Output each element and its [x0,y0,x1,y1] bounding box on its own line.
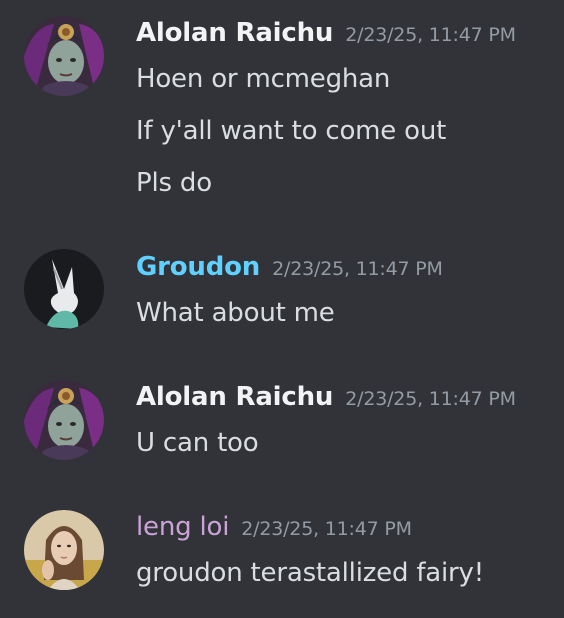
avatar[interactable] [24,249,104,329]
message-header: Groudon 2/23/25, 11:47 PM [136,252,443,282]
message-header: Alolan Raichu 2/23/25, 11:47 PM [136,382,516,412]
timestamp[interactable]: 2/23/25, 11:47 PM [345,388,516,410]
message-header: leng loi 2/23/25, 11:47 PM [136,512,412,542]
username[interactable]: Alolan Raichu [136,18,333,48]
groudon-avatar-icon [24,249,104,329]
message-text: Hoen or mcmeghan [136,64,391,94]
avatar[interactable] [24,510,104,590]
message-text: U can too [136,428,259,458]
leng-loi-avatar-icon [24,510,104,590]
message-text: groudon terastallized fairy! [136,558,484,588]
alolan-raichu-avatar-icon [24,380,104,460]
username[interactable]: Alolan Raichu [136,382,333,412]
timestamp[interactable]: 2/23/25, 11:47 PM [272,258,443,280]
alolan-raichu-avatar-icon [24,16,104,96]
message-text: Pls do [136,168,212,198]
username[interactable]: leng loi [136,512,229,542]
timestamp[interactable]: 2/23/25, 11:47 PM [241,518,412,540]
avatar[interactable] [24,380,104,460]
message-header: Alolan Raichu 2/23/25, 11:47 PM [136,18,516,48]
timestamp[interactable]: 2/23/25, 11:47 PM [345,24,516,46]
message-text: If y'all want to come out [136,116,447,146]
username[interactable]: Groudon [136,252,260,282]
avatar[interactable] [24,16,104,96]
message-text: What about me [136,298,335,328]
